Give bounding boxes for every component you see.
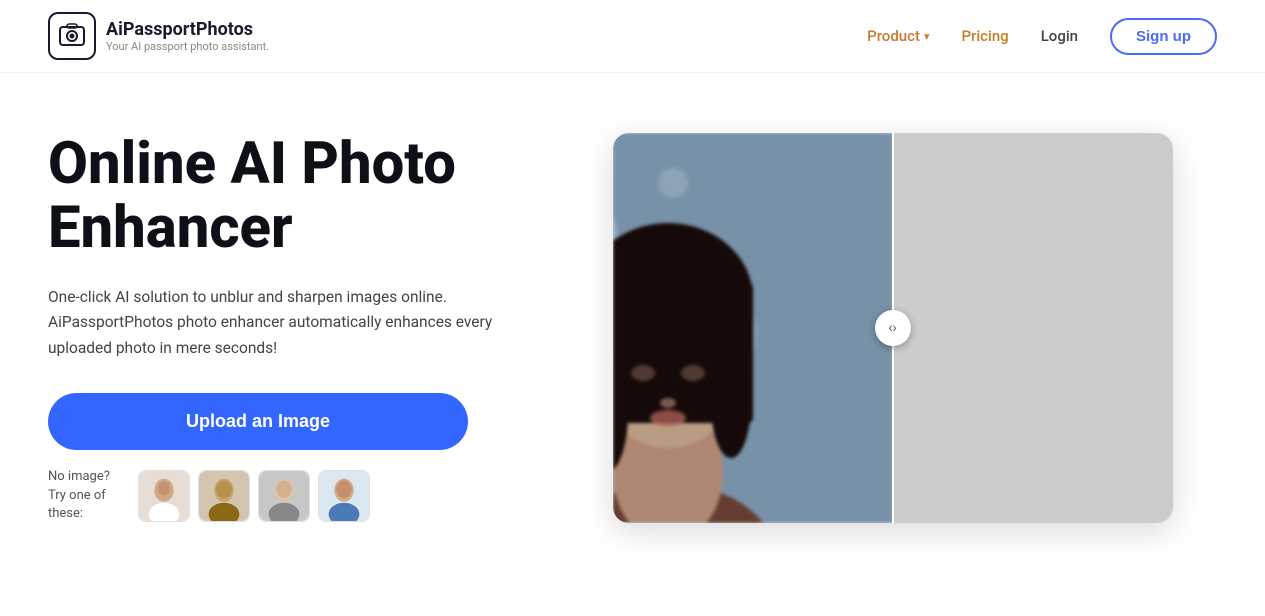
comparison-handle[interactable]: ‹› [875,310,911,346]
chevron-down-icon: ▾ [924,30,930,43]
nav-product[interactable]: Product ▾ [867,27,929,45]
comparison-panel: ‹› [568,133,1217,523]
logo[interactable]: AiPassportPhotos Your AI passport photo … [48,12,269,60]
sample-row: No image?Try one ofthese: [48,468,528,523]
logo-title: AiPassportPhotos [106,19,269,40]
sample-thumb-3[interactable] [258,470,310,522]
handle-arrows-icon: ‹› [888,320,896,336]
sample-thumbs [138,470,370,522]
logo-text: AiPassportPhotos Your AI passport photo … [106,19,269,53]
hero-description: One-click AI solution to unblur and shar… [48,285,508,362]
hero-title: Online AI Photo Enhancer [48,133,528,261]
logo-icon [48,12,96,60]
sample-thumb-2[interactable] [198,470,250,522]
logo-subtitle: Your AI passport photo assistant. [106,40,269,53]
hero-left: Online AI Photo Enhancer One-click AI so… [48,133,528,523]
sample-thumb-4[interactable] [318,470,370,522]
sample-thumb-1[interactable] [138,470,190,522]
nav-pricing[interactable]: Pricing [961,27,1008,45]
comparison-visual: ‹› [613,133,1173,523]
upload-button[interactable]: Upload an Image [48,393,468,450]
signup-button[interactable]: Sign up [1110,18,1217,55]
before-side [613,133,893,523]
comparison-container: ‹› [613,133,1173,523]
sample-label: No image?Try one ofthese: [48,468,128,523]
after-side [893,133,1173,523]
main-nav: Product ▾ Pricing Login Sign up [867,18,1217,55]
nav-login[interactable]: Login [1041,27,1078,45]
main-content: Online AI Photo Enhancer One-click AI so… [0,73,1265,563]
